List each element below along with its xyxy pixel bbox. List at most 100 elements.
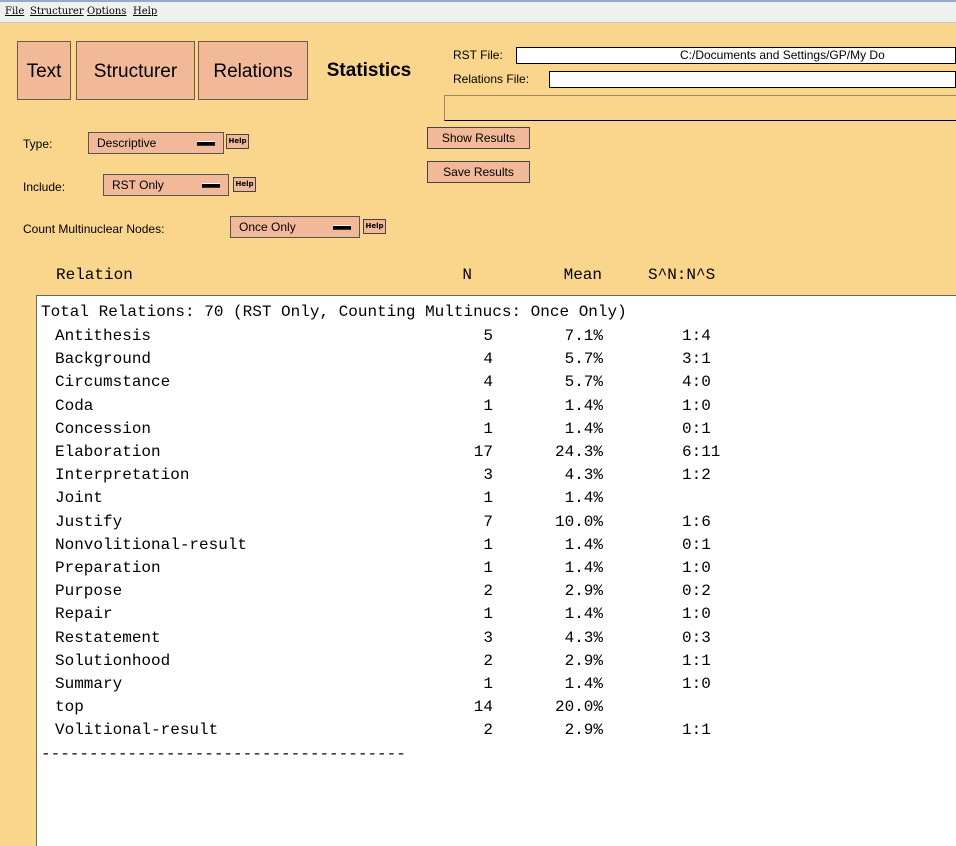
relation-count: 1 xyxy=(483,396,493,415)
relation-name: Background xyxy=(55,350,152,369)
relation-ratio: 1:4 xyxy=(682,327,711,345)
relation-name: Elaboration xyxy=(55,443,161,461)
type-value: Descriptive xyxy=(97,136,157,150)
results-output[interactable]: Total Relations: 70 (RST Only, Counting … xyxy=(36,295,956,846)
relation-count: 1 xyxy=(483,535,493,554)
include-label: Include: xyxy=(23,180,66,194)
relations-file-field[interactable] xyxy=(549,71,956,88)
tab-text[interactable]: Text xyxy=(17,41,71,100)
column-header-ratio: S^N:N^S xyxy=(648,266,716,284)
relation-count: 1 xyxy=(483,419,493,438)
relation-mean: 5.7% xyxy=(564,373,603,392)
relation-mean: 5.7% xyxy=(564,350,603,369)
relation-count: 1 xyxy=(483,605,493,624)
relation-ratio: 1:0 xyxy=(682,605,711,624)
relation-mean: 2.9% xyxy=(564,721,603,740)
relation-mean: 2.9% xyxy=(564,582,603,601)
tab-structurer[interactable]: Structurer xyxy=(76,41,195,100)
relation-mean: 1.4% xyxy=(564,559,603,577)
relation-name: Nonvolitional-result xyxy=(55,535,248,554)
relation-ratio: 1:0 xyxy=(682,396,711,415)
relation-mean: 4.3% xyxy=(564,466,603,485)
include-help-button[interactable]: Help xyxy=(233,177,256,192)
menu-indicator-icon xyxy=(333,225,351,230)
relation-count: 2 xyxy=(483,582,493,601)
results-separator: -------------------------------------- xyxy=(41,744,406,763)
type-help-button[interactable]: Help xyxy=(226,134,249,149)
relation-name: Interpretation xyxy=(55,466,190,485)
relation-mean: 10.0% xyxy=(554,512,603,531)
relation-name: Solutionhood xyxy=(55,651,171,670)
include-value: RST Only xyxy=(112,178,164,192)
relation-ratio: 0:3 xyxy=(682,628,711,647)
relation-count: 5 xyxy=(483,327,493,345)
rst-file-label: RST File: xyxy=(453,48,503,62)
relation-mean: 20.0% xyxy=(554,698,603,717)
relation-name: Restatement xyxy=(55,628,161,647)
relation-mean: 7.1% xyxy=(564,327,603,345)
relation-mean: 1.4% xyxy=(564,489,603,508)
relation-ratio: 1:1 xyxy=(682,721,711,740)
relation-ratio: 1:6 xyxy=(682,512,711,531)
relation-name: Joint xyxy=(55,489,104,508)
relation-ratio: 1:0 xyxy=(682,675,711,693)
column-header-mean: Mean xyxy=(563,266,602,284)
relation-mean: 1.4% xyxy=(564,396,603,415)
relation-mean: 2.9% xyxy=(564,651,603,670)
relation-name: Justify xyxy=(55,512,123,531)
relation-mean: 1.4% xyxy=(564,419,603,438)
menu-indicator-icon xyxy=(197,141,215,146)
tab-statistics[interactable]: Statistics xyxy=(313,41,425,100)
relation-count: 1 xyxy=(483,489,493,508)
relation-name: top xyxy=(55,698,84,717)
relation-mean: 1.4% xyxy=(564,535,603,554)
relation-ratio: 0:1 xyxy=(682,419,711,438)
status-area xyxy=(444,95,956,121)
type-menu[interactable]: Descriptive xyxy=(88,132,224,154)
menu-indicator-icon xyxy=(202,183,220,188)
relation-name: Preparation xyxy=(55,559,161,577)
menu-help[interactable]: Help xyxy=(133,6,157,17)
relation-count: 2 xyxy=(483,721,493,740)
include-menu[interactable]: RST Only xyxy=(103,174,229,196)
relation-ratio: 0:2 xyxy=(682,582,711,601)
relation-ratio: 6:11 xyxy=(682,443,721,461)
relation-count: 7 xyxy=(483,512,493,531)
relation-mean: 1.4% xyxy=(564,675,603,693)
rst-file-field[interactable]: C:/Documents and Settings/GP/My Do xyxy=(516,47,956,64)
results-summary: Total Relations: 70 (RST Only, Counting … xyxy=(41,303,627,321)
tab-relations[interactable]: Relations xyxy=(198,41,308,100)
show-results-button[interactable]: Show Results xyxy=(427,127,530,149)
relation-count: 14 xyxy=(473,698,493,717)
count-value: Once Only xyxy=(239,220,296,234)
relation-ratio: 1:1 xyxy=(682,651,711,670)
relation-count: 1 xyxy=(483,559,493,577)
type-label: Type: xyxy=(23,137,53,151)
menu-file[interactable]: File xyxy=(5,6,24,17)
relation-ratio: 4:0 xyxy=(682,373,711,392)
relation-mean: 4.3% xyxy=(564,628,603,647)
column-header-relation: Relation xyxy=(56,266,133,284)
relation-count: 3 xyxy=(483,466,493,485)
relation-count: 4 xyxy=(483,373,493,392)
count-help-button[interactable]: Help xyxy=(363,219,386,234)
relation-count: 17 xyxy=(473,443,493,461)
relation-name: Antithesis xyxy=(55,327,152,345)
count-multinuclear-menu[interactable]: Once Only xyxy=(230,216,360,238)
relation-ratio: 3:1 xyxy=(682,350,711,369)
relation-ratio: 1:0 xyxy=(682,559,711,577)
relation-name: Volitional-result xyxy=(55,721,219,740)
relation-mean: 1.4% xyxy=(564,605,603,624)
relation-name: Concession xyxy=(55,419,152,438)
menu-bar: File Structurer Options Help xyxy=(0,0,956,23)
menu-options[interactable]: Options xyxy=(87,6,126,17)
relation-name: Circumstance xyxy=(55,373,171,392)
save-results-button[interactable]: Save Results xyxy=(427,161,530,183)
menu-structurer[interactable]: Structurer xyxy=(30,6,84,17)
relation-name: Purpose xyxy=(55,582,123,601)
relation-ratio: 0:1 xyxy=(682,535,711,554)
relation-count: 3 xyxy=(483,628,493,647)
relation-name: Repair xyxy=(55,605,113,624)
relation-name: Summary xyxy=(55,675,123,693)
relation-ratio: 1:2 xyxy=(682,466,711,485)
